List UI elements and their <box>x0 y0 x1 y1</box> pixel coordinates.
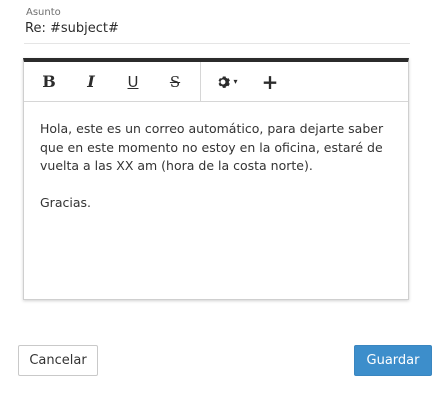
bold-button[interactable]: B <box>28 62 70 102</box>
editor-toolbar: B I U S ▾ + <box>24 61 408 102</box>
rich-text-editor: B I U S ▾ + Hola, este es un correo auto… <box>23 58 409 300</box>
message-paragraph: Hola, este es un correo automático, para… <box>40 121 384 173</box>
subject-input[interactable]: Re: #subject# <box>25 21 119 36</box>
subject-label: Asunto <box>26 7 61 18</box>
toolbar-divider <box>200 61 201 102</box>
strikethrough-button[interactable]: S <box>154 62 196 102</box>
message-paragraph: Gracias. <box>40 194 91 210</box>
italic-button[interactable]: I <box>70 62 112 102</box>
settings-dropdown-button[interactable]: ▾ <box>205 62 249 102</box>
chevron-down-icon: ▾ <box>233 77 238 86</box>
cancel-button[interactable]: Cancelar <box>18 345 98 376</box>
underline-button[interactable]: U <box>112 62 154 102</box>
gear-icon <box>219 75 231 88</box>
subject-underline <box>24 43 410 44</box>
insert-button[interactable]: + <box>249 62 291 102</box>
save-button[interactable]: Guardar <box>354 345 432 376</box>
message-body[interactable]: Hola, este es un correo automático, para… <box>24 102 408 212</box>
